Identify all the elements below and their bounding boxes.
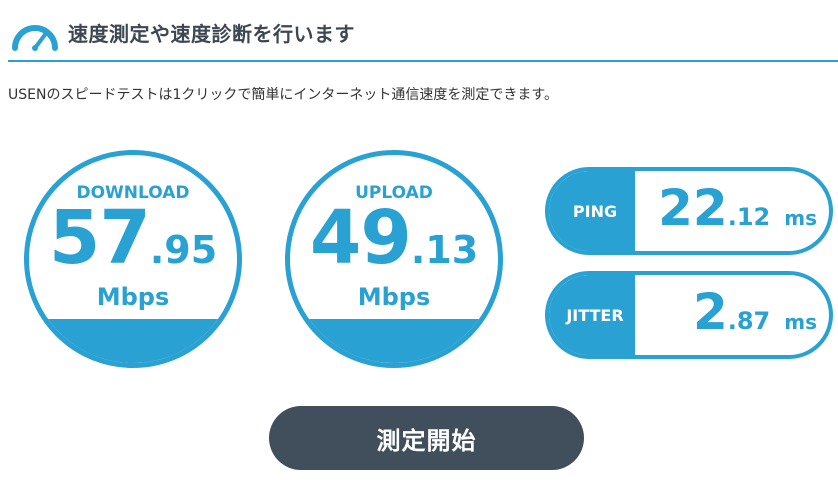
upload-unit: Mbps xyxy=(357,283,431,311)
jitter-panel: JITTER 2.87 ms xyxy=(545,271,833,359)
download-value-dec: .95 xyxy=(149,228,218,272)
ping-label: PING xyxy=(549,171,635,251)
ping-panel: PING 22.12 ms xyxy=(545,167,833,255)
header: 速度測定や速度診断を行います xyxy=(0,0,838,62)
page-title: 速度測定や速度診断を行います xyxy=(68,22,355,46)
upload-value-int: 49 xyxy=(309,195,412,281)
title-divider xyxy=(8,60,838,62)
ping-value: 22.12 ms xyxy=(658,171,817,251)
download-value: 57.95 xyxy=(29,195,237,281)
upload-value-dec: .13 xyxy=(410,228,479,272)
download-unit: Mbps xyxy=(96,283,170,311)
jitter-unit: ms xyxy=(784,310,817,334)
description-text: USENのスピードテストは1クリックで簡単にインターネット通信速度を測定できます… xyxy=(8,87,558,103)
jitter-label: JITTER xyxy=(549,275,635,355)
start-measurement-button[interactable]: 測定開始 xyxy=(269,406,584,470)
jitter-value-dec: .87 xyxy=(727,307,771,335)
download-gauge: DOWNLOAD 57.95 Mbps xyxy=(24,150,242,368)
jitter-value-int: 2 xyxy=(692,283,728,341)
ping-value-dec: .12 xyxy=(727,203,771,231)
upload-gauge-fill xyxy=(290,319,498,363)
ping-unit: ms xyxy=(784,206,817,230)
download-value-int: 57 xyxy=(48,195,151,281)
download-gauge-fill xyxy=(29,319,237,363)
speedometer-icon xyxy=(12,25,58,51)
upload-value: 49.13 xyxy=(290,195,498,281)
jitter-value: 2.87 ms xyxy=(693,275,817,355)
ping-value-int: 22 xyxy=(658,179,728,237)
upload-gauge: UPLOAD 49.13 Mbps xyxy=(285,150,503,368)
